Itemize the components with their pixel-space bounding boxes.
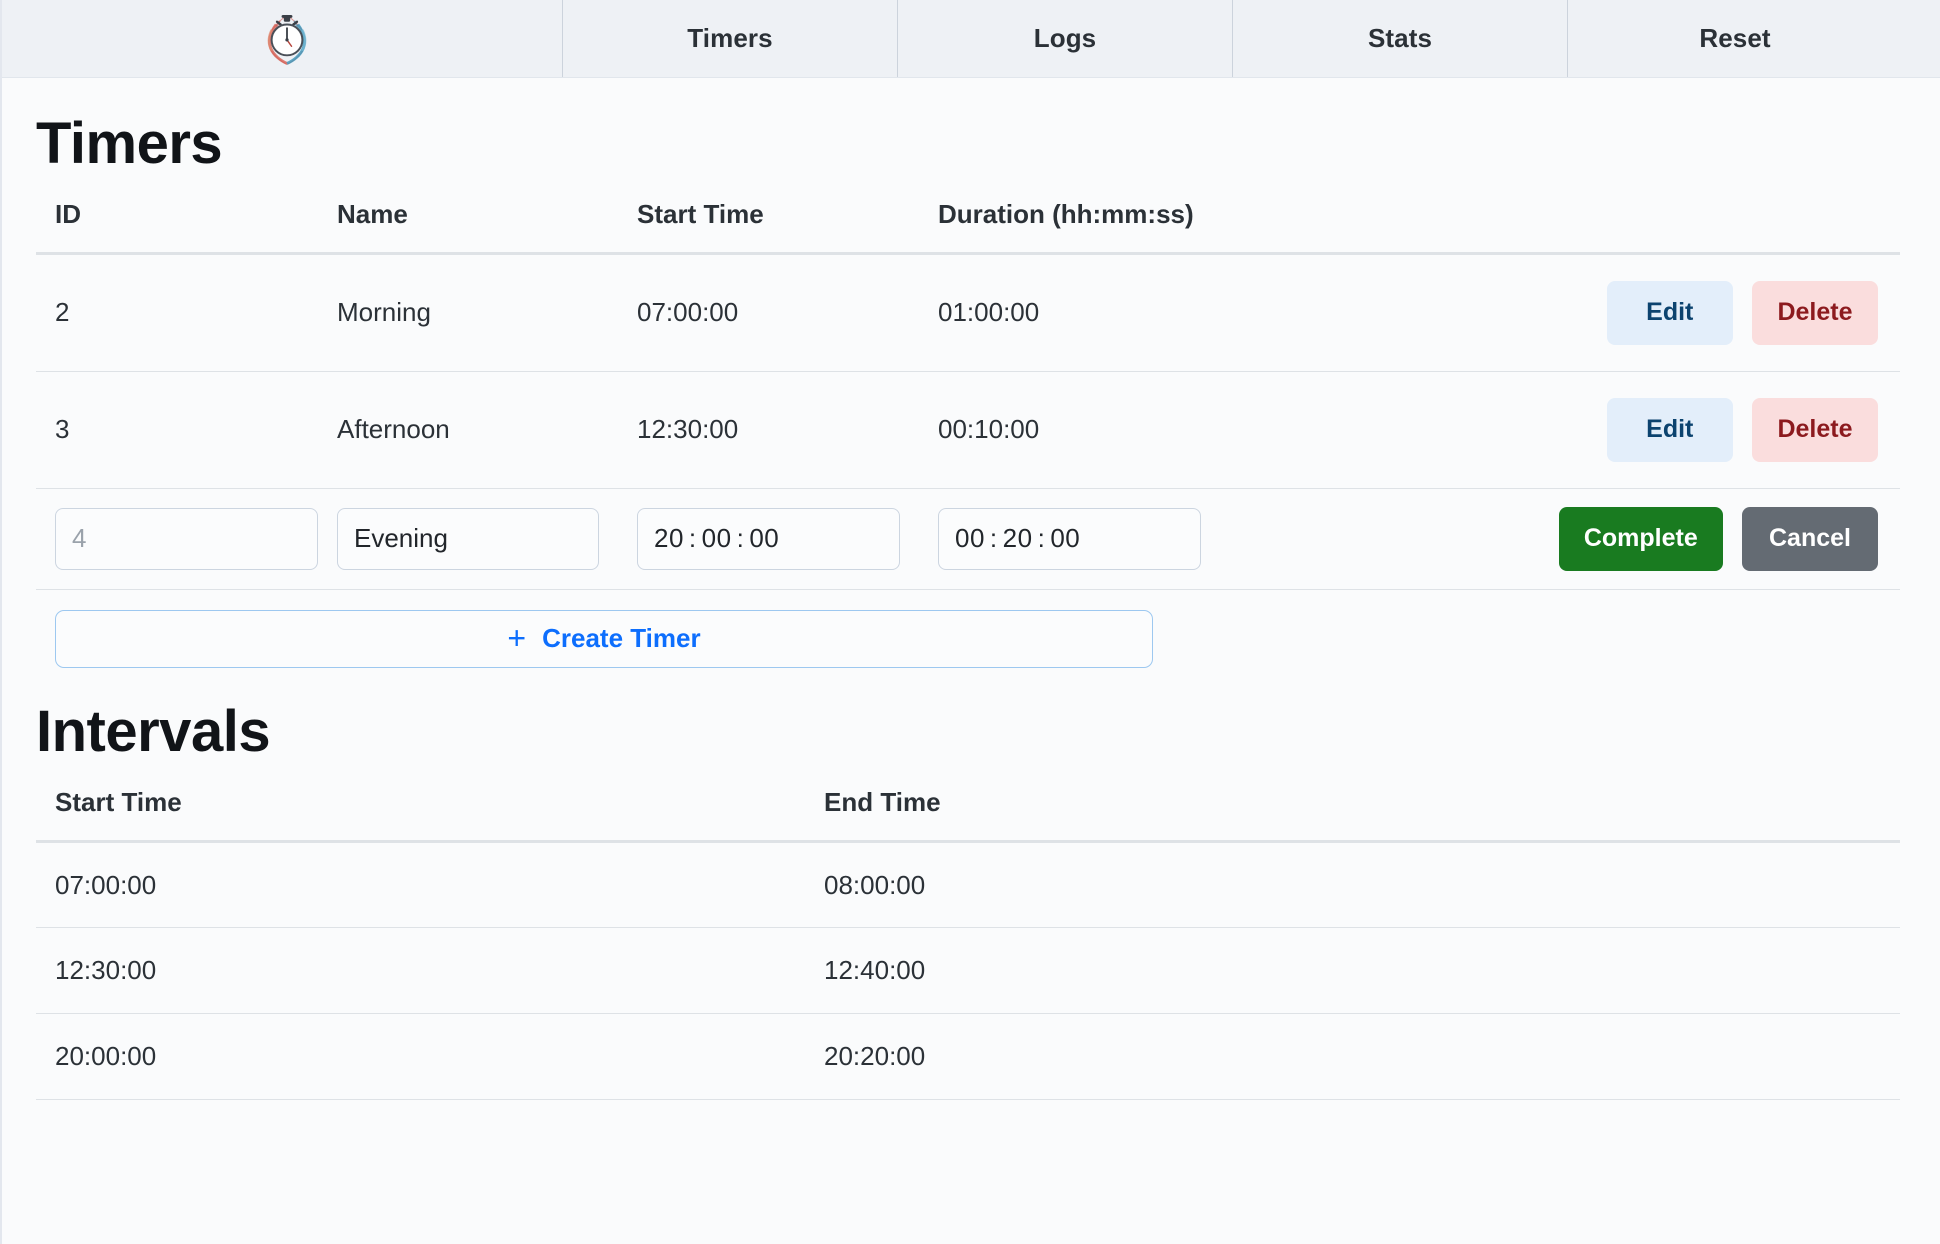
nav-item-logs-label: Logs [1034,23,1097,54]
intervals-col-end: End Time [806,763,1900,842]
intervals-table-head: Start Time End Time [36,763,1900,842]
intervals-header-row: Start Time End Time [36,763,1900,842]
page-title-timers: Timers [36,114,1900,175]
timers-col-duration: Duration (hh:mm:ss) [938,175,1238,254]
colon-separator: : [985,523,1003,554]
timer-duration-cell: 01:00:00 [938,253,1238,371]
nav-item-timers[interactable]: Timers [562,0,897,77]
complete-button[interactable]: Complete [1559,507,1723,571]
timer-name-input[interactable]: Evening [337,508,599,570]
duration-minutes-segment[interactable]: 20 [1003,523,1033,554]
duration-seconds-segment[interactable]: 00 [1050,523,1080,554]
timer-duration-input[interactable]: 00 : 20 : 00 [938,508,1201,570]
new-timer-actions-cell: Complete Cancel [1238,488,1900,589]
new-timer-id-cell: 4 [36,488,337,589]
top-navbar: Timers Logs Stats Reset [2,0,1940,78]
delete-button[interactable]: Delete [1752,281,1878,345]
timer-start-cell: 07:00:00 [637,253,938,371]
page-title-intervals: Intervals [36,702,1900,763]
timers-table: ID Name Start Time Duration (hh:mm:ss) 2… [36,175,1900,676]
timer-id-cell: 2 [36,253,337,371]
timers-col-name: Name [337,175,637,254]
nav-item-stats[interactable]: Stats [1232,0,1567,77]
edit-button[interactable]: Edit [1607,398,1733,462]
timer-start-cell: 12:30:00 [637,371,938,488]
timer-id-input[interactable]: 4 [55,508,318,570]
page-content: Timers ID Name Start Time Duration (hh:m… [2,114,1940,1100]
intervals-table: Start Time End Time 07:00:00 08:00:00 12… [36,763,1900,1100]
new-timer-duration-cell: 00 : 20 : 00 [938,488,1238,589]
duration-hours-segment[interactable]: 00 [955,523,985,554]
timer-start-time-input[interactable]: 20 : 00 : 00 [637,508,900,570]
new-timer-start-cell: 20 : 00 : 00 [637,488,938,589]
start-hours-segment[interactable]: 20 [654,523,684,554]
table-row: 12:30:00 12:40:00 [36,928,1900,1014]
nav-item-reset-label: Reset [1699,23,1770,54]
nav-item-reset[interactable]: Reset [1567,0,1902,77]
stopwatch-winged-logo-icon [258,10,316,68]
timer-actions-cell: Edit Delete [1238,371,1900,488]
nav-item-logs[interactable]: Logs [897,0,1232,77]
interval-end-cell: 08:00:00 [806,842,1900,928]
start-seconds-segment[interactable]: 00 [749,523,779,554]
timer-actions-cell: Edit Delete [1238,253,1900,371]
new-timer-name-cell: Evening [337,488,637,589]
timer-name-cell: Afternoon [337,371,637,488]
colon-separator: : [684,523,702,554]
start-minutes-segment[interactable]: 00 [702,523,732,554]
timer-name-cell: Morning [337,253,637,371]
edit-button[interactable]: Edit [1607,281,1733,345]
interval-end-cell: 20:20:00 [806,1014,1900,1100]
timers-col-actions [1238,175,1900,254]
table-row: 3 Afternoon 12:30:00 00:10:00 Edit Delet… [36,371,1900,488]
timer-duration-cell: 00:10:00 [938,371,1238,488]
interval-end-cell: 12:40:00 [806,928,1900,1014]
table-row: 20:00:00 20:20:00 [36,1014,1900,1100]
nav-item-stats-label: Stats [1368,23,1432,54]
create-timer-cell: + Create Timer [36,589,1900,675]
timers-table-body: 2 Morning 07:00:00 01:00:00 Edit Delete … [36,253,1900,675]
table-row: 07:00:00 08:00:00 [36,842,1900,928]
timers-header-row: ID Name Start Time Duration (hh:mm:ss) [36,175,1900,254]
plus-icon: + [507,626,526,652]
intervals-col-start: Start Time [36,763,806,842]
timers-col-id: ID [36,175,337,254]
colon-separator: : [732,523,750,554]
create-timer-row: + Create Timer [36,589,1900,675]
timers-table-head: ID Name Start Time Duration (hh:mm:ss) [36,175,1900,254]
intervals-table-body: 07:00:00 08:00:00 12:30:00 12:40:00 20:0… [36,842,1900,1100]
nav-item-timers-label: Timers [687,23,772,54]
timers-col-start: Start Time [637,175,938,254]
new-timer-row: 4 Evening 20 : 00 : 00 00 [36,488,1900,589]
interval-start-cell: 12:30:00 [36,928,806,1014]
table-row: 2 Morning 07:00:00 01:00:00 Edit Delete [36,253,1900,371]
delete-button[interactable]: Delete [1752,398,1878,462]
timer-id-cell: 3 [36,371,337,488]
interval-start-cell: 20:00:00 [36,1014,806,1100]
brand-logo-cell[interactable] [2,0,562,77]
cancel-button[interactable]: Cancel [1742,507,1878,571]
create-timer-button[interactable]: + Create Timer [55,610,1153,668]
colon-separator: : [1033,523,1051,554]
interval-start-cell: 07:00:00 [36,842,806,928]
create-timer-label: Create Timer [542,623,701,654]
